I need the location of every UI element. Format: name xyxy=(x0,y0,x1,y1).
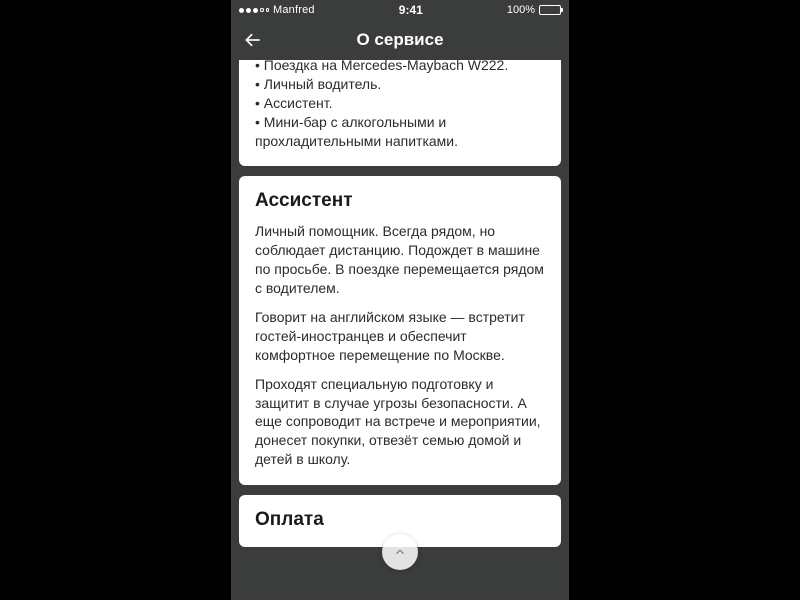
signal-dots-icon xyxy=(239,8,269,13)
status-left: Manfred xyxy=(239,4,315,16)
battery-percent: 100% xyxy=(507,4,535,16)
chevron-up-icon xyxy=(393,545,407,559)
list-item: • Личный водитель. xyxy=(255,75,545,94)
phone-screen: Manfred 9:41 100% О сервисе • Поездка на… xyxy=(231,0,569,600)
arrow-left-icon xyxy=(243,30,263,50)
list-item: • Поездка на Mercedes-Maybach W222. xyxy=(255,60,545,75)
battery-icon xyxy=(539,5,561,15)
back-button[interactable] xyxy=(239,26,267,54)
nav-bar: О сервисе xyxy=(231,20,569,60)
list-item: • Мини-бар с алкогольными и прохладитель… xyxy=(255,113,545,151)
list-item: • Ассистент. xyxy=(255,94,545,113)
card-assistant: Ассистент Личный помощник. Всегда рядом,… xyxy=(239,176,561,485)
card-title: Оплата xyxy=(255,509,545,531)
carrier-label: Manfred xyxy=(273,4,315,16)
status-bar: Manfred 9:41 100% xyxy=(231,0,569,20)
card-paragraph: Говорит на английском языке — встретит г… xyxy=(255,308,545,365)
card-paragraph: Личный помощник. Всегда рядом, но соблюд… xyxy=(255,222,545,298)
card-title: Ассистент xyxy=(255,190,545,212)
scroll-content[interactable]: • Поездка на Mercedes-Maybach W222. • Ли… xyxy=(231,60,569,600)
card-paragraph: Проходят специальную подготовку и защити… xyxy=(255,375,545,469)
status-time: 9:41 xyxy=(399,3,423,17)
status-right: 100% xyxy=(507,4,561,16)
scroll-to-top-button[interactable] xyxy=(382,534,418,570)
page-title: О сервисе xyxy=(356,30,443,50)
included-list: • Поездка на Mercedes-Maybach W222. • Ли… xyxy=(255,60,545,150)
card-whats-included: • Поездка на Mercedes-Maybach W222. • Ли… xyxy=(239,60,561,166)
